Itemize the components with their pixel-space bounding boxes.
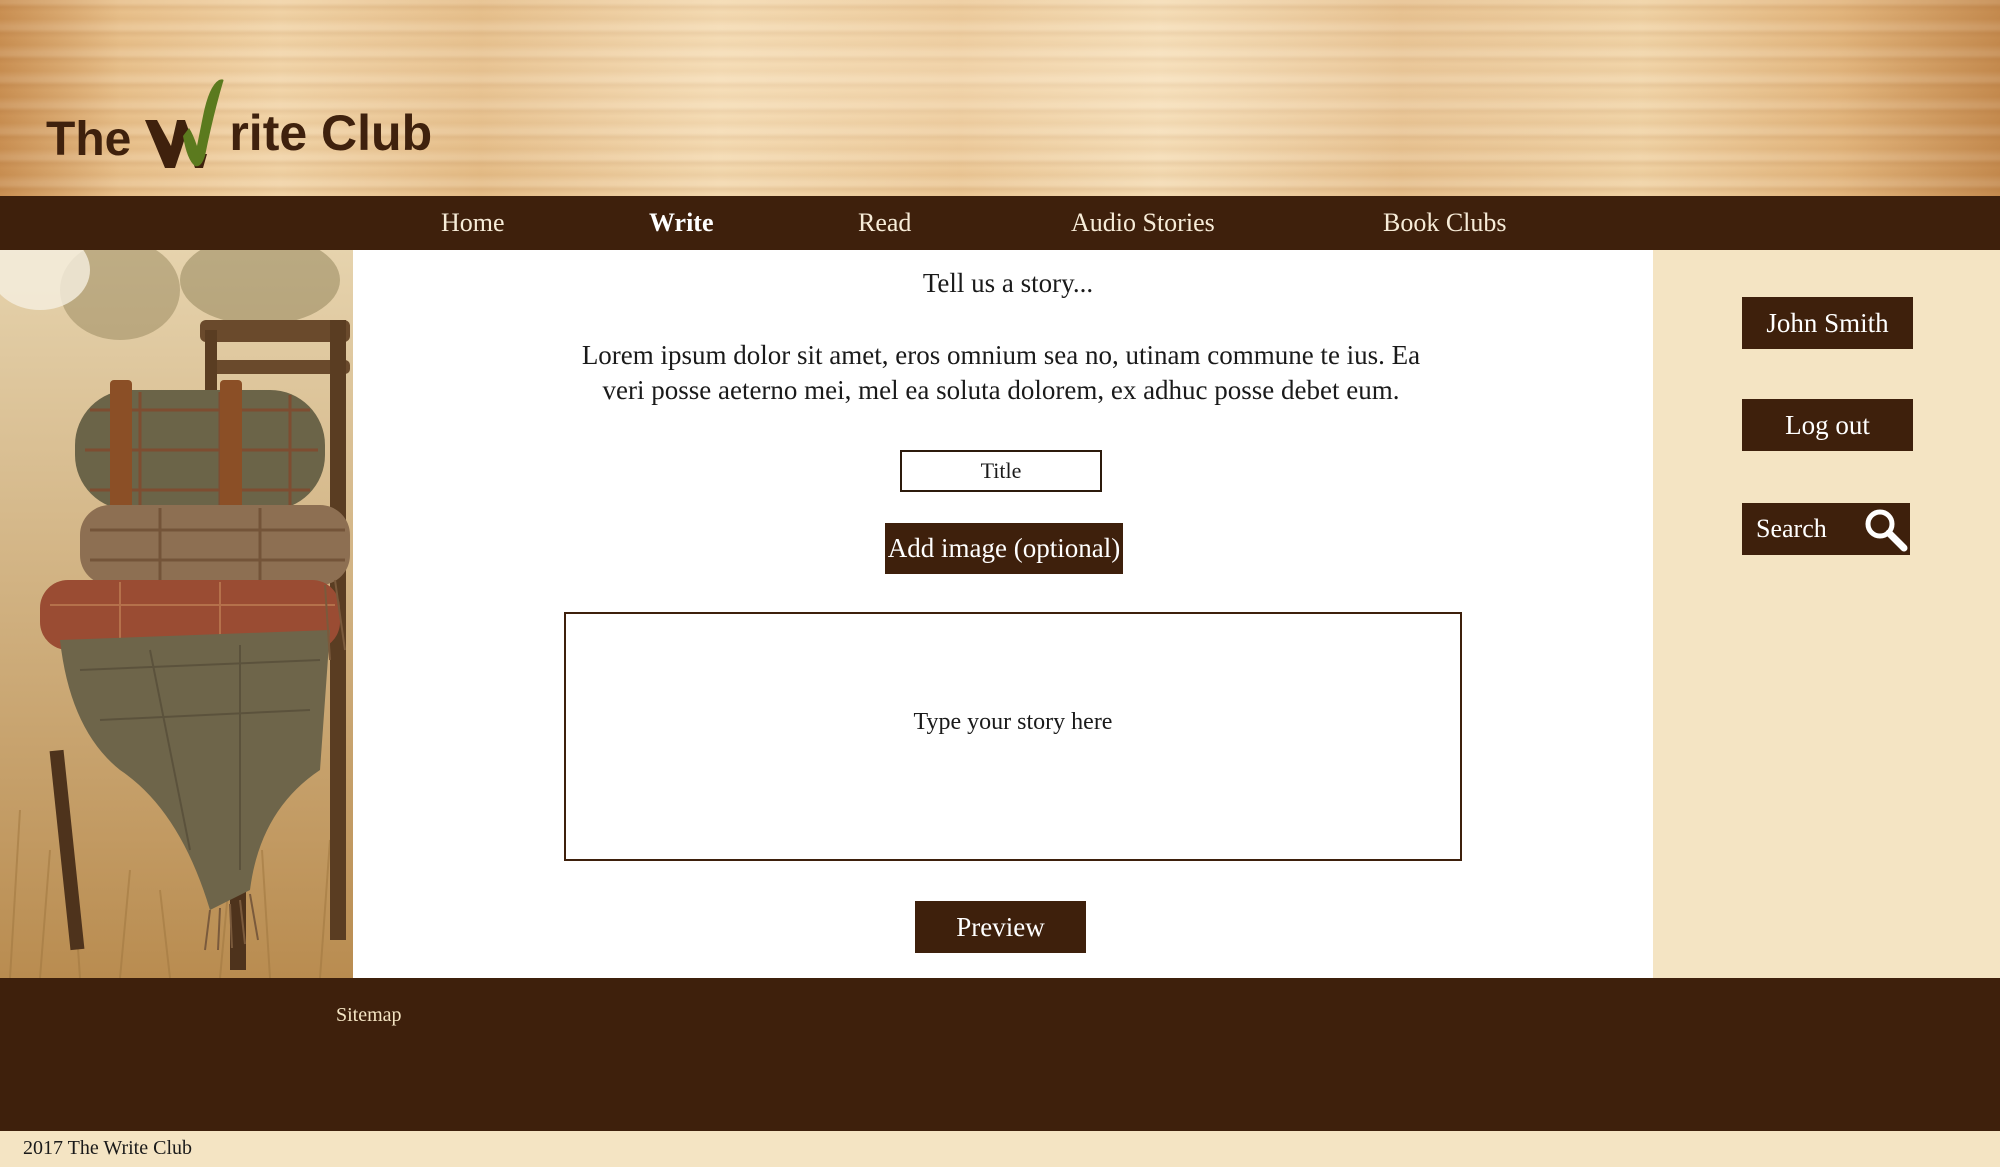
main-nav: Home Write Read Audio Stories Book Clubs [0, 196, 2000, 250]
nav-item-book-clubs[interactable]: Book Clubs [1383, 196, 1507, 250]
copyright-text: 2017 The Write Club [23, 1137, 192, 1159]
logo-check-w-icon [145, 79, 224, 168]
site-header: The rite Club [0, 0, 2000, 196]
nav-item-write[interactable]: Write [649, 196, 714, 250]
add-image-button[interactable]: Add image (optional) [885, 523, 1123, 574]
user-profile-button[interactable]: John Smith [1742, 297, 1913, 349]
copyright-bar: 2017 The Write Club [0, 1131, 2000, 1167]
sitemap-link[interactable]: Sitemap [336, 1004, 402, 1027]
search-input[interactable] [1756, 509, 1861, 549]
magnifier-icon[interactable] [1861, 505, 1909, 553]
search-box [1742, 503, 1910, 555]
story-title-input[interactable] [900, 450, 1102, 492]
site-logo[interactable]: The rite Club [46, 70, 432, 170]
page-heading: Tell us a story... [922, 268, 1094, 298]
write-story-form: Tell us a story... Lorem ipsum dolor sit… [353, 250, 1653, 978]
user-sidebar: John Smith Log out [1653, 250, 2000, 978]
nav-item-audio-stories[interactable]: Audio Stories [1071, 196, 1215, 250]
story-placeholder-text: Type your story here [913, 709, 1113, 735]
story-textarea[interactable]: Type your story here [564, 612, 1462, 861]
logo-text-suffix: rite Club [229, 105, 433, 161]
chair-blankets-illustration [0, 250, 353, 978]
preview-button[interactable]: Preview [915, 901, 1086, 953]
nav-item-read[interactable]: Read [858, 196, 911, 250]
intro-paragraph: Lorem ipsum dolor sit amet, eros omnium … [581, 340, 1421, 405]
nav-item-home[interactable]: Home [441, 196, 505, 250]
logo-text-prefix: The [46, 113, 132, 166]
logout-button[interactable]: Log out [1742, 399, 1913, 451]
chair-blankets-photo [0, 250, 353, 978]
site-footer: Sitemap [0, 978, 2000, 1131]
